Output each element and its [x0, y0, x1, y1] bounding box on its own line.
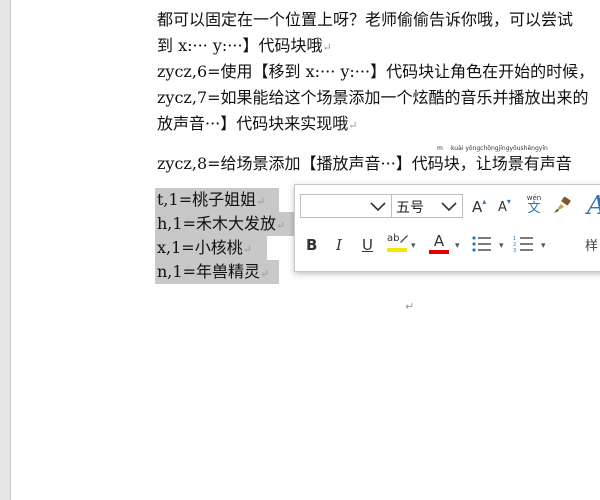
grow-font-button[interactable]: A▴: [472, 197, 486, 216]
highlight-icon: ab: [387, 233, 400, 244]
shrink-font-icon: A: [498, 200, 507, 215]
selected-line-4[interactable]: n,1=年兽精灵↵: [157, 262, 269, 284]
mini-format-toolbar: 五号 A▴ A▾ wén 文 A B I U ab: [294, 184, 600, 272]
selected-line-1[interactable]: t,1=桃子姐姐↵: [157, 190, 265, 212]
styles-gallery-icon[interactable]: A: [587, 191, 600, 221]
selected-line-2[interactable]: h,1=禾木大发放↵: [157, 214, 285, 236]
highlight-color-swatch: [387, 248, 407, 252]
chevron-down-icon: [369, 198, 387, 218]
selected-line-3[interactable]: x,1=小核桃↵: [157, 238, 252, 260]
numbering-dropdown-caret[interactable]: ▾: [541, 241, 546, 251]
underline-button[interactable]: U: [362, 236, 373, 254]
doc-line-6: zycz,8=给场景添加【播放声音···】代码块，让场景有声音: [157, 154, 572, 173]
font-color-dropdown-caret[interactable]: ▾: [455, 241, 460, 251]
font-color-button[interactable]: A: [429, 233, 449, 254]
doc-line-4: zycz,7=如果能给这个场景添加一个炫酷的音乐并播放出来的: [157, 88, 589, 107]
shrink-font-button[interactable]: A▾: [498, 197, 511, 215]
bold-button[interactable]: B: [306, 236, 317, 254]
numbering-button[interactable]: 1 2 3: [513, 235, 535, 257]
highlight-dropdown-caret[interactable]: ▾: [411, 241, 416, 251]
format-painter-button[interactable]: [552, 196, 572, 219]
bulleted-list-icon: [471, 236, 493, 257]
brush-icon: [552, 196, 572, 219]
grow-font-icon: A: [472, 198, 483, 216]
phonetic-guide-icon: 文: [527, 201, 541, 216]
font-size-combo[interactable]: 五号: [391, 194, 463, 218]
bullets-dropdown-caret[interactable]: ▾: [499, 241, 504, 251]
highlight-button[interactable]: ab: [387, 233, 408, 252]
font-size-value: 五号: [396, 200, 424, 216]
italic-button[interactable]: I: [336, 236, 342, 254]
font-name-combo[interactable]: [300, 194, 392, 218]
phonetic-ruby-text: kuài yǒngchōngjīngyǒushēngyīn: [451, 145, 548, 152]
doc-line-partial: ~~~~~~~~~~~~~~~~~~~~~~~~~~~~: [157, 0, 532, 8]
doc-line-5: 放声音···】代码块来实现哦↵: [157, 114, 358, 133]
svg-text:3: 3: [513, 248, 516, 253]
chevron-down-icon: [440, 198, 458, 218]
phonetic-ruby-prefix: m: [437, 145, 443, 152]
phonetic-guide-button[interactable]: wén 文: [524, 194, 544, 216]
styles-label[interactable]: 样: [585, 235, 598, 254]
font-color-swatch: [429, 250, 449, 254]
doc-line-3: zycz,6=使用【移到 x:··· y:···】代码块让角色在开始的时候，: [157, 62, 595, 81]
font-color-icon: A: [433, 232, 445, 250]
empty-paragraph-mark: ↵: [405, 300, 415, 313]
numbered-list-icon: 1 2 3: [513, 236, 535, 257]
bullets-button[interactable]: [471, 235, 493, 257]
doc-line-2: 到 x:··· y:···】代码块哦↵: [157, 36, 332, 55]
doc-line-1: 都可以固定在一个位置上呀？老师偷偷告诉你哦，可以尝试: [157, 10, 574, 29]
